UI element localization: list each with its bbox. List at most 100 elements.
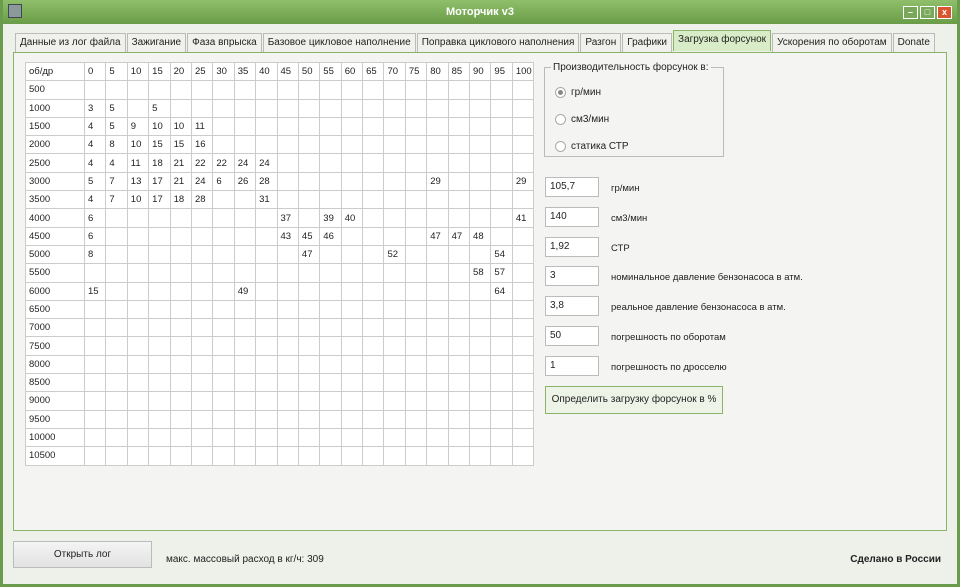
table-cell[interactable] <box>126 446 150 466</box>
table-cell[interactable]: 22 <box>212 153 235 173</box>
table-cell[interactable] <box>233 373 257 393</box>
table-cell[interactable] <box>362 208 385 228</box>
table-cell[interactable] <box>511 116 535 137</box>
table-cell[interactable] <box>319 336 342 356</box>
table-cell[interactable] <box>404 116 428 137</box>
table-cell[interactable]: 17 <box>148 190 171 210</box>
table-cell[interactable] <box>319 391 342 411</box>
table-cell[interactable] <box>83 336 107 356</box>
table-cell[interactable]: 43 <box>276 226 299 246</box>
table-cell[interactable] <box>404 208 428 228</box>
table-cell[interactable] <box>511 336 535 356</box>
table-cell[interactable] <box>83 80 107 100</box>
table-cell[interactable] <box>340 427 364 448</box>
tab-8[interactable]: Ускорения по оборотам <box>772 33 892 52</box>
table-cell[interactable] <box>340 373 364 393</box>
table-cell[interactable] <box>383 98 406 118</box>
table-cell[interactable] <box>276 153 299 173</box>
table-cell[interactable] <box>297 373 321 393</box>
table-cell[interactable] <box>169 299 192 320</box>
table-cell[interactable] <box>469 354 492 375</box>
table-cell[interactable] <box>426 263 449 283</box>
table-cell[interactable] <box>190 226 214 246</box>
open-log-button[interactable]: Открыть лог <box>13 541 152 568</box>
table-cell[interactable] <box>340 153 364 173</box>
table-cell[interactable] <box>404 336 428 356</box>
table-cell[interactable] <box>126 226 150 246</box>
table-cell[interactable] <box>148 80 171 100</box>
table-cell[interactable]: 26 <box>233 171 257 192</box>
table-cell[interactable] <box>404 373 428 393</box>
value-input[interactable]: 105,7 <box>545 177 599 197</box>
table-cell[interactable] <box>319 263 342 283</box>
table-cell[interactable] <box>319 373 342 393</box>
table-cell[interactable] <box>362 263 385 283</box>
table-cell[interactable] <box>190 318 214 338</box>
table-cell[interactable] <box>383 281 406 301</box>
table-cell[interactable] <box>212 80 235 100</box>
table-cell[interactable] <box>490 153 513 173</box>
table-cell[interactable] <box>469 336 492 356</box>
table-cell[interactable] <box>447 135 471 155</box>
table-cell[interactable] <box>340 135 364 155</box>
table-cell[interactable]: 47 <box>297 244 321 265</box>
table-cell[interactable] <box>426 391 449 411</box>
table-cell[interactable] <box>383 190 406 210</box>
table-cell[interactable] <box>319 318 342 338</box>
table-cell[interactable] <box>362 244 385 265</box>
table-cell[interactable] <box>447 171 471 192</box>
tab-0[interactable]: Данные из лог файла <box>15 33 126 52</box>
table-cell[interactable] <box>383 80 406 100</box>
table-cell[interactable] <box>276 299 299 320</box>
table-cell[interactable] <box>83 427 107 448</box>
table-cell[interactable] <box>276 391 299 411</box>
table-cell[interactable] <box>148 244 171 265</box>
table-cell[interactable] <box>255 80 278 100</box>
table-cell[interactable] <box>169 98 192 118</box>
table-cell[interactable] <box>469 80 492 100</box>
table-cell[interactable] <box>169 409 192 429</box>
table-cell[interactable] <box>212 318 235 338</box>
table-cell[interactable] <box>319 409 342 429</box>
table-cell[interactable]: 41 <box>511 208 535 228</box>
table-cell[interactable] <box>383 427 406 448</box>
table-cell[interactable] <box>297 299 321 320</box>
table-cell[interactable] <box>233 98 257 118</box>
table-cell[interactable] <box>297 116 321 137</box>
table-cell[interactable]: 15 <box>148 135 171 155</box>
table-cell[interactable]: 5 <box>148 98 171 118</box>
table-cell[interactable] <box>233 244 257 265</box>
table-cell[interactable] <box>404 299 428 320</box>
table-cell[interactable] <box>383 336 406 356</box>
table-cell[interactable] <box>83 318 107 338</box>
table-cell[interactable] <box>404 226 428 246</box>
table-cell[interactable] <box>233 226 257 246</box>
table-cell[interactable] <box>255 373 278 393</box>
maximize-button[interactable]: □ <box>920 6 935 19</box>
table-cell[interactable] <box>469 409 492 429</box>
table-cell[interactable]: 13 <box>126 171 150 192</box>
table-cell[interactable] <box>447 299 471 320</box>
table-cell[interactable] <box>511 318 535 338</box>
table-cell[interactable] <box>190 446 214 466</box>
table-cell[interactable] <box>83 446 107 466</box>
table-cell[interactable] <box>404 281 428 301</box>
table-cell[interactable] <box>340 98 364 118</box>
table-cell[interactable]: 11 <box>126 153 150 173</box>
table-cell[interactable] <box>148 263 171 283</box>
table-cell[interactable] <box>319 244 342 265</box>
table-cell[interactable] <box>83 354 107 375</box>
table-cell[interactable] <box>490 427 513 448</box>
table-cell[interactable] <box>276 336 299 356</box>
table-cell[interactable] <box>490 171 513 192</box>
table-cell[interactable] <box>362 391 385 411</box>
table-cell[interactable] <box>297 336 321 356</box>
table-cell[interactable] <box>233 409 257 429</box>
table-cell[interactable] <box>447 98 471 118</box>
table-cell[interactable] <box>105 318 128 338</box>
table-cell[interactable] <box>362 80 385 100</box>
table-cell[interactable] <box>148 446 171 466</box>
table-cell[interactable] <box>319 98 342 118</box>
table-cell[interactable] <box>148 226 171 246</box>
table-cell[interactable] <box>511 226 535 246</box>
